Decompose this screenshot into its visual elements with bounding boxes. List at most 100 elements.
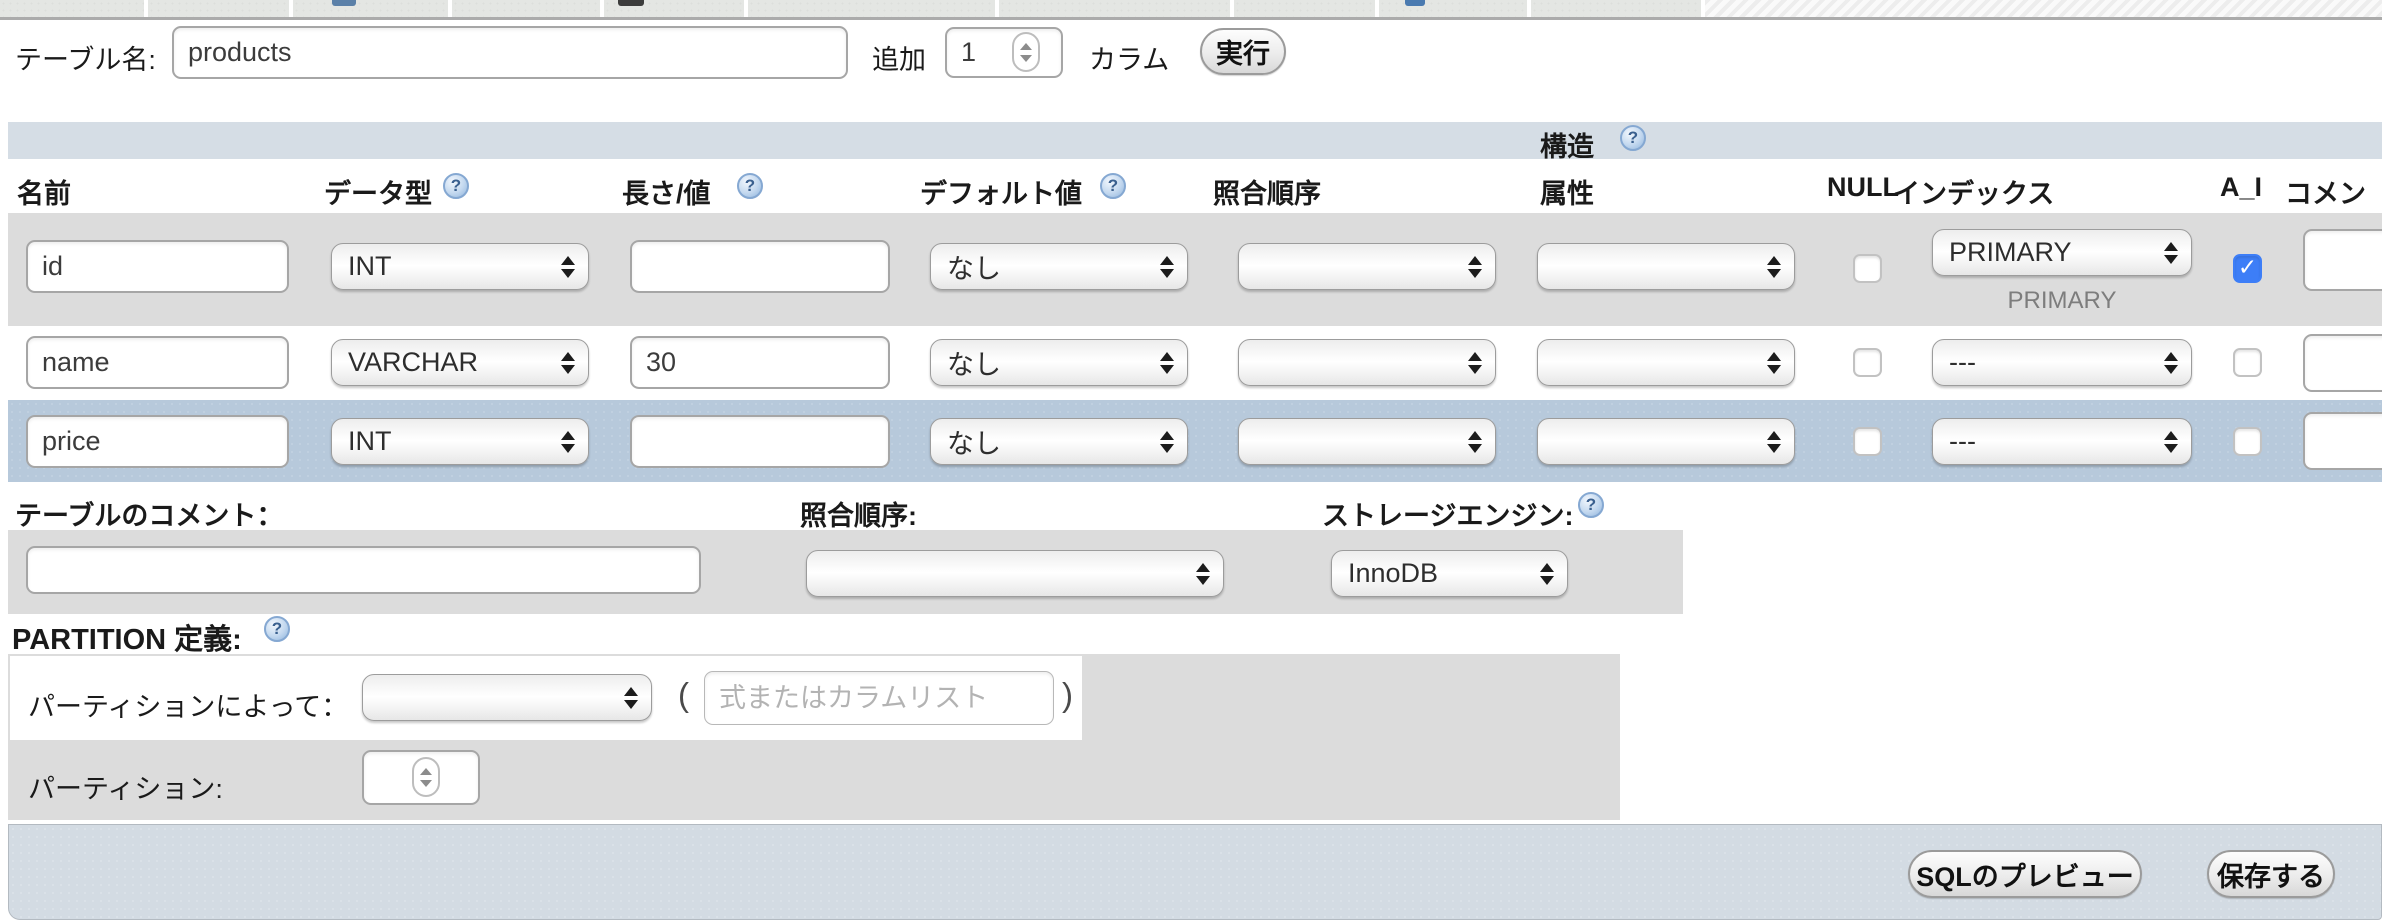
type-help-icon[interactable] (443, 173, 469, 199)
structure-help-icon[interactable] (1620, 125, 1646, 151)
structure-title: 構造 (1540, 125, 1594, 164)
name-input[interactable] (26, 336, 289, 389)
name-input[interactable] (26, 415, 289, 468)
table-comment-label: テーブルのコメント： (15, 494, 283, 533)
storage-engine-select[interactable]: InnoDB (1331, 550, 1568, 597)
collation-select[interactable] (1238, 243, 1496, 290)
index-select[interactable]: --- (1932, 418, 2192, 465)
collation-select[interactable] (1238, 339, 1496, 386)
tab-10[interactable] (1531, 0, 1701, 17)
type-select[interactable]: VARCHAR (331, 339, 589, 386)
save-button[interactable]: 保存する (2207, 850, 2335, 898)
select-arrows-icon (1468, 352, 1482, 374)
default-help-icon[interactable] (1100, 173, 1126, 199)
table-comment-input[interactable] (26, 546, 701, 594)
preview-sql-button[interactable]: SQLのプレビュー (1908, 850, 2142, 898)
name-input[interactable] (26, 240, 289, 293)
table-collation-select[interactable] (806, 550, 1224, 597)
length-help-icon[interactable] (737, 173, 763, 199)
select-arrows-icon (1160, 431, 1174, 453)
tab-icon (618, 0, 644, 6)
select-arrows-icon (561, 256, 575, 278)
partition-section-label: PARTITION 定義: (12, 616, 242, 658)
add-label: 追加 (872, 38, 926, 77)
select-arrows-icon (1767, 256, 1781, 278)
partition-help-icon[interactable] (264, 616, 290, 642)
stepper-down-icon[interactable] (1020, 55, 1032, 62)
partition-expression-input[interactable] (704, 671, 1054, 725)
col-header-ai: A_I (2220, 172, 2262, 203)
index-select[interactable]: PRIMARY (1932, 229, 2192, 276)
structure-section-header: 構造 (8, 122, 2382, 159)
default-select[interactable]: なし (930, 243, 1188, 290)
tab-5[interactable] (604, 0, 744, 17)
tab-9[interactable] (1379, 0, 1527, 17)
length-input[interactable] (630, 336, 890, 389)
tab-1[interactable] (0, 0, 144, 17)
null-checkbox[interactable] (1853, 427, 1882, 456)
select-arrows-icon (1468, 256, 1482, 278)
tab-8[interactable] (1234, 0, 1375, 17)
stepper-up-icon[interactable] (1020, 43, 1032, 50)
storage-engine-help-icon[interactable] (1578, 492, 1604, 518)
storage-engine-label: ストレージエンジン: (1322, 494, 1573, 533)
index-note: PRIMARY (1932, 287, 2192, 315)
type-select[interactable]: INT (331, 243, 589, 290)
close-paren: ) (1062, 676, 1073, 714)
comment-input[interactable] (2303, 412, 2382, 470)
type-select-value: INT (348, 426, 392, 457)
auto-increment-checkbox[interactable] (2233, 427, 2262, 456)
select-arrows-icon (2164, 352, 2178, 374)
comment-input[interactable] (2303, 229, 2382, 291)
default-select-value: なし (947, 422, 1001, 461)
partition-count-stepper[interactable] (412, 757, 440, 797)
stepper-up-icon[interactable] (420, 768, 432, 775)
footer-action-bar: SQLのプレビュー 保存する (8, 824, 2382, 920)
type-select-value: VARCHAR (348, 347, 478, 378)
collation-select[interactable] (1238, 418, 1496, 465)
auto-increment-checkbox[interactable] (2233, 254, 2262, 283)
comment-input[interactable] (2303, 334, 2382, 392)
go-button[interactable]: 実行 (1200, 28, 1286, 75)
column-row-price: INT なし --- (8, 400, 2382, 482)
default-select[interactable]: なし (930, 339, 1188, 386)
null-checkbox[interactable] (1853, 348, 1882, 377)
add-columns-stepper[interactable] (1012, 32, 1040, 72)
attributes-select[interactable] (1537, 339, 1795, 386)
default-select[interactable]: なし (930, 418, 1188, 465)
tab-6[interactable] (748, 0, 995, 17)
tab-3[interactable] (293, 0, 448, 17)
null-checkbox[interactable] (1853, 254, 1882, 283)
auto-increment-checkbox[interactable] (2233, 348, 2262, 377)
tab-7[interactable] (999, 0, 1230, 17)
tab-2[interactable] (148, 0, 289, 17)
table-options-section: InnoDB (8, 530, 1683, 614)
index-select[interactable]: --- (1932, 339, 2192, 386)
length-input[interactable] (630, 240, 890, 293)
select-arrows-icon (1540, 563, 1554, 585)
select-arrows-icon (1767, 431, 1781, 453)
tab-4[interactable] (452, 0, 600, 17)
attributes-select[interactable] (1537, 243, 1795, 290)
table-name-input[interactable] (172, 26, 848, 79)
tab-icon (332, 0, 356, 6)
table-name-label: テーブル名: (15, 38, 156, 77)
partition-by-select[interactable] (362, 674, 652, 721)
type-select[interactable]: INT (331, 418, 589, 465)
length-input[interactable] (630, 415, 890, 468)
add-columns-count-input[interactable] (945, 27, 1063, 78)
stepper-down-icon[interactable] (420, 780, 432, 787)
partition-by-label: パーティションによって： (28, 685, 348, 724)
column-row-id: INT なし PRIMARY PRIMARY (8, 213, 2382, 326)
select-arrows-icon (2164, 431, 2178, 453)
columns-label: カラム (1089, 38, 1169, 77)
column-row-name: VARCHAR なし --- (8, 326, 2382, 400)
attributes-select[interactable] (1537, 418, 1795, 465)
col-header-default: デフォルト値 (920, 172, 1082, 211)
tab-bar (0, 0, 2382, 20)
select-arrows-icon (561, 431, 575, 453)
select-arrows-icon (1196, 563, 1210, 585)
col-header-type: データ型 (324, 172, 432, 211)
default-select-value: なし (947, 343, 1001, 382)
col-header-index: インデックス (1893, 172, 2054, 211)
